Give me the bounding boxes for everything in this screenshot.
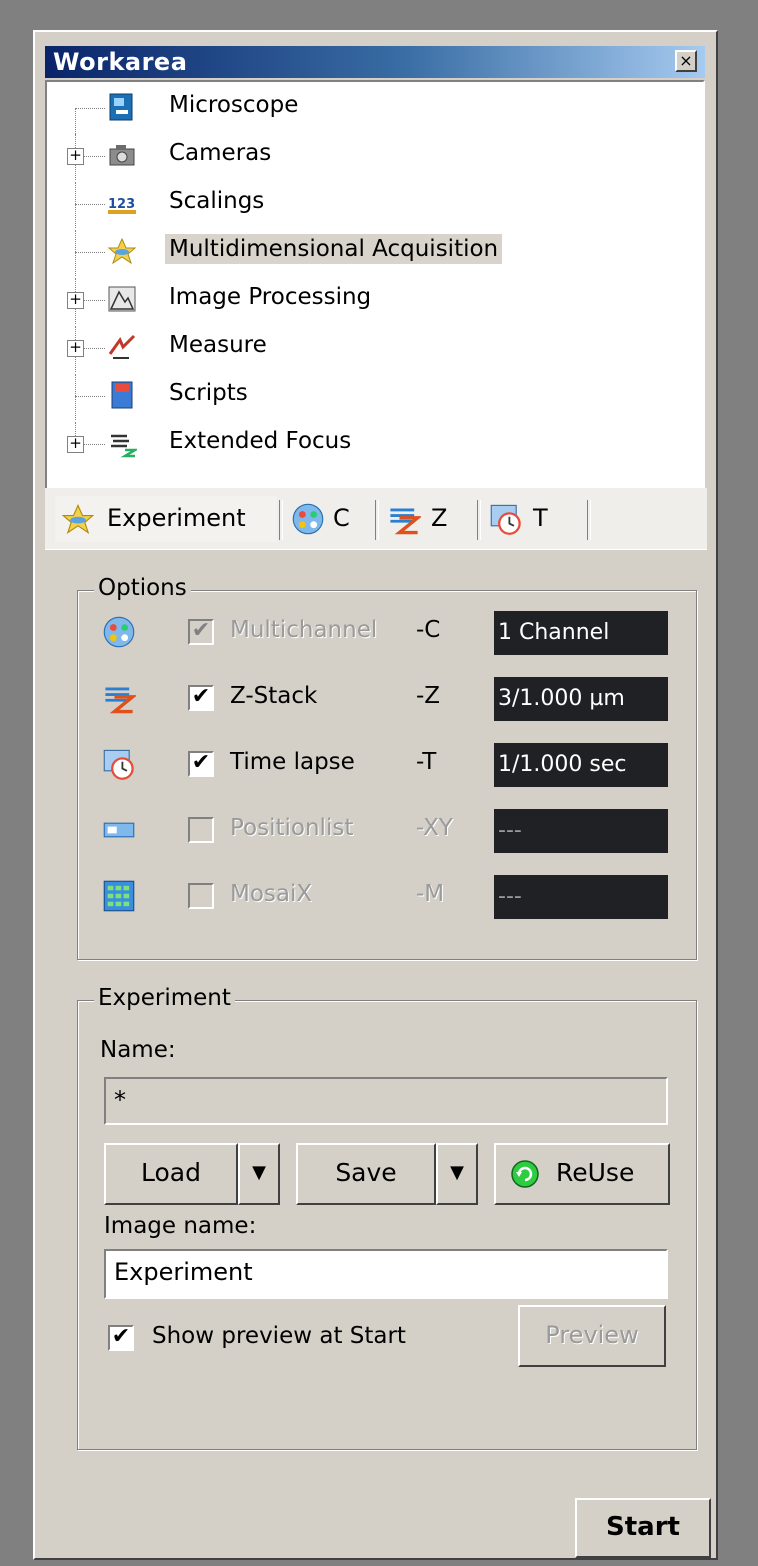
save-button[interactable]: Save [296,1143,436,1205]
workarea-tree: Microscope + Cameras 123 Scalings Multid… [45,80,705,500]
position-list-icon [103,822,135,838]
option-value: --- [494,875,668,919]
experiment-group: Experiment Name: * Load ▼ Save ▼ ReUse I… [77,985,697,1450]
tree-item-cameras[interactable]: + Cameras [47,134,687,180]
z-stack-icon [390,508,421,535]
option-suffix: -T [416,749,437,775]
reuse-icon [511,1160,539,1188]
tab-c[interactable]: C [285,496,371,542]
save-dropdown-button[interactable]: ▼ [436,1143,478,1205]
tree-label: Extended Focus [169,428,352,454]
reuse-label: ReUse [556,1158,635,1187]
tree-item-extended-focus[interactable]: + Extended Focus [47,422,687,462]
option-row-mosaix: MosaiX -M --- [78,873,698,923]
z-stack-checkbox[interactable]: ✔ [188,685,214,711]
tree-label: Image Processing [169,284,372,310]
option-value[interactable]: 3/1.000 µm [494,677,668,721]
channel-icon [292,503,324,535]
tree-label: Microscope [169,92,299,118]
experiment-legend: Experiment [94,985,235,1011]
scripts-icon [111,381,133,409]
image-name-input[interactable]: Experiment [104,1249,668,1299]
experiment-icon [61,504,95,534]
close-button[interactable]: × [675,50,697,72]
expand-icon[interactable]: + [67,436,84,453]
title-bar[interactable]: Workarea × [45,46,705,78]
extended-focus-icon [111,434,137,458]
option-row-multichannel: ✔ Multichannel -C 1 Channel [78,609,698,659]
option-label: Time lapse [230,749,355,775]
option-value[interactable]: 1 Channel [494,611,668,655]
options-legend: Options [94,575,191,601]
z-stack-icon [105,687,136,714]
tree-item-scripts[interactable]: Scripts [47,374,687,420]
tab-label: T [533,504,548,532]
tree-label: Multidimensional Acquisition [165,234,503,264]
option-label: Z-Stack [230,683,318,709]
tree-label: Measure [169,332,267,358]
positionlist-checkbox[interactable] [188,817,214,843]
experiment-name-field[interactable]: * [104,1077,668,1125]
measure-icon [108,334,136,359]
option-row-time-lapse: ✔ Time lapse -T 1/1.000 sec [78,741,698,791]
microscope-icon [109,93,133,121]
tab-experiment[interactable]: Experiment [55,496,277,542]
acquisition-icon [107,237,137,265]
mosaix-icon [103,880,135,912]
tree-label: Cameras [169,140,272,166]
tab-t[interactable]: T [483,496,583,542]
tree-item-scalings[interactable]: 123 Scalings [47,182,687,228]
expand-icon[interactable]: + [67,340,84,357]
option-suffix: -XY [416,815,453,841]
image-name-label: Image name: [104,1213,257,1239]
option-label: MosaiX [230,881,313,907]
start-button[interactable]: Start [575,1498,711,1558]
workarea-panel: Workarea × Microscope + Cameras 123 Scal… [33,30,718,1560]
reuse-button[interactable]: ReUse [494,1143,670,1205]
tab-label: Experiment [107,504,246,532]
option-value[interactable]: 1/1.000 sec [494,743,668,787]
options-group: Options ✔ Multichannel -C 1 Channel ✔ Z-… [77,575,698,960]
multichannel-checkbox[interactable]: ✔ [188,619,214,645]
tree-item-image-processing[interactable]: + Image Processing [47,278,687,324]
expand-icon[interactable]: + [67,148,84,165]
time-lapse-icon [490,504,521,535]
time-lapse-checkbox[interactable]: ✔ [188,751,214,777]
time-lapse-icon [103,749,134,780]
option-row-z-stack: ✔ Z-Stack -Z 3/1.000 µm [78,675,698,725]
mosaix-checkbox[interactable] [188,883,214,909]
camera-icon [109,145,135,166]
show-preview-checkbox[interactable]: ✔ [108,1325,134,1351]
option-suffix: -M [416,881,445,907]
option-suffix: -Z [416,683,441,709]
option-suffix: -C [416,617,441,643]
option-label: Positionlist [230,815,354,841]
show-preview-label: Show preview at Start [152,1323,406,1349]
image-processing-icon [108,286,136,312]
tree-item-multidimensional-acquisition[interactable]: Multidimensional Acquisition [47,230,687,276]
name-label: Name: [100,1037,176,1063]
tab-label: Z [431,504,448,532]
tab-label: C [333,504,350,532]
scalings-icon: 123 [108,197,136,214]
tab-strip: Experiment C Z T [45,488,707,550]
tree-item-measure[interactable]: + Measure [47,326,687,372]
tree-label: Scripts [169,380,248,406]
option-row-positionlist: Positionlist -XY --- [78,807,698,857]
option-label: Multichannel [230,617,378,643]
tree-label: Scalings [169,188,265,214]
tab-z[interactable]: Z [381,496,473,542]
window-title: Workarea [53,48,188,76]
svg-text:123: 123 [108,197,135,212]
tree-item-microscope[interactable]: Microscope [47,86,687,148]
load-button[interactable]: Load [104,1143,238,1205]
channel-icon [103,616,135,648]
option-value: --- [494,809,668,853]
expand-icon[interactable]: + [67,292,84,309]
load-dropdown-button[interactable]: ▼ [238,1143,280,1205]
preview-button: Preview [518,1305,666,1367]
